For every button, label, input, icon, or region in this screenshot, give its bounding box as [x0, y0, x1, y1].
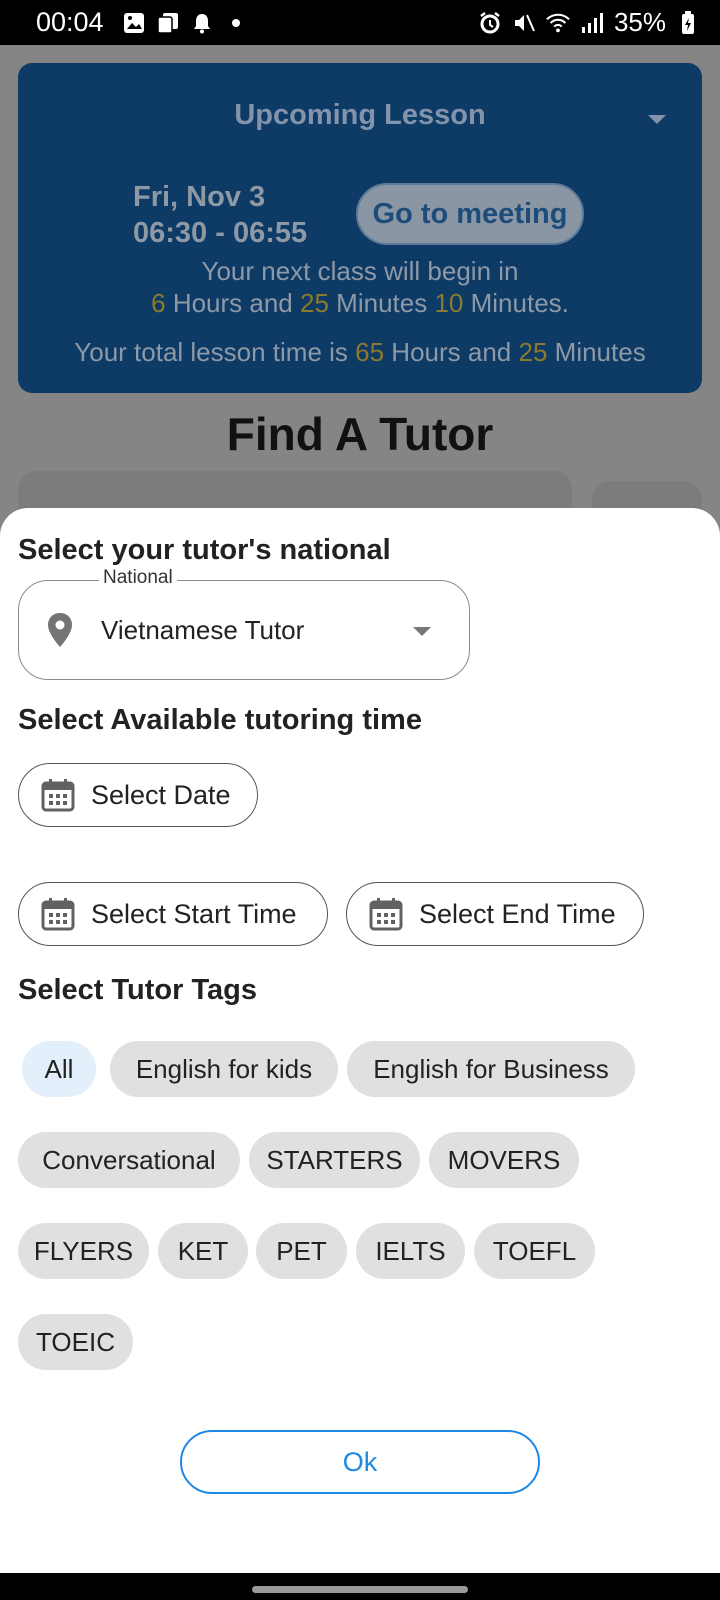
hours-value: 6	[151, 288, 166, 318]
tag-chip-english-for-kids[interactable]: English for kids	[110, 1041, 338, 1097]
lesson-title: Upcoming Lesson	[234, 99, 486, 131]
wifi-icon	[546, 11, 570, 35]
tag-chip-conversational[interactable]: Conversational	[18, 1132, 240, 1188]
total-prefix: Your total lesson time is	[74, 337, 348, 367]
seconds-value: 10	[434, 288, 464, 318]
hours-label: Hours and	[172, 288, 293, 318]
battery-percent: 35%	[613, 7, 666, 37]
tag-chip-ielts[interactable]: IELTS	[356, 1223, 465, 1279]
tag-chip-toeic[interactable]: TOEIC	[18, 1314, 133, 1370]
chevron-down-icon	[413, 627, 431, 636]
status-right: 35%	[478, 7, 700, 38]
signal-icon	[580, 11, 604, 35]
minutes-value: 25	[300, 288, 329, 318]
battery-icon	[676, 10, 700, 35]
tag-chip-english-for-business[interactable]: English for Business	[347, 1041, 635, 1097]
page-title: Find A Tutor	[226, 408, 494, 460]
calendar-icon	[41, 897, 75, 931]
total-hours-label: Hours and	[391, 337, 512, 367]
filter-bottom-sheet: Select your tutor's national National Vi…	[0, 508, 720, 1573]
tag-chip-all[interactable]: All	[22, 1041, 96, 1097]
upcoming-lesson-card: Upcoming Lesson Fri, Nov 3 06:30 - 06:55…	[18, 63, 702, 393]
navigation-bar	[0, 1573, 720, 1600]
tag-chip-flyers[interactable]: FLYERS	[18, 1223, 149, 1279]
tag-chip-ket[interactable]: KET	[158, 1223, 248, 1279]
status-bar: 00:04 35%	[0, 0, 720, 45]
national-dropdown[interactable]: National Vietnamese Tutor	[18, 567, 470, 680]
next-class-countdown: Your next class will begin in 6 Hours an…	[18, 255, 702, 319]
chevron-down-icon[interactable]	[648, 115, 666, 124]
time-section-title: Select Available tutoring time	[18, 704, 422, 736]
bell-icon	[190, 11, 214, 35]
countdown-line: 6 Hours and 25 Minutes 10 Minutes.	[18, 287, 702, 319]
national-section-title: Select your tutor's national	[18, 534, 391, 566]
total-lesson-time: Your total lesson time is 65 Hours and 2…	[18, 337, 702, 368]
select-date-label: Select Date	[91, 779, 231, 810]
national-field-label: National	[99, 567, 177, 589]
total-minutes-label: Minutes	[554, 337, 646, 367]
lesson-time: 06:30 - 06:55	[133, 217, 308, 249]
select-end-time-button[interactable]: Select End Time	[346, 882, 644, 946]
next-class-prefix: Your next class will begin in	[201, 256, 519, 286]
status-left: 00:04	[36, 7, 248, 38]
national-value: Vietnamese Tutor	[101, 614, 305, 645]
location-pin-icon	[45, 612, 75, 648]
dot-icon	[224, 11, 248, 35]
search-input[interactable]	[18, 471, 572, 511]
tag-chip-starters[interactable]: STARTERS	[249, 1132, 420, 1188]
tag-chip-toefl[interactable]: TOEFL	[474, 1223, 595, 1279]
tag-chip-movers[interactable]: MOVERS	[429, 1132, 579, 1188]
lesson-date: Fri, Nov 3	[133, 181, 266, 213]
screen: 00:04 35% Upcoming Lesson Fri, Nov 3 06:…	[0, 0, 720, 1600]
total-minutes: 25	[518, 337, 548, 367]
lesson-datetime: Fri, Nov 3 06:30 - 06:55	[133, 179, 307, 251]
select-start-time-label: Select Start Time	[91, 898, 297, 929]
calendar-icon	[41, 778, 75, 812]
total-hours: 65	[355, 337, 385, 367]
ok-button[interactable]: Ok	[180, 1430, 540, 1494]
mute-icon	[512, 11, 536, 35]
alarm-icon	[478, 11, 502, 35]
status-time: 00:04	[36, 7, 104, 37]
select-start-time-button[interactable]: Select Start Time	[18, 882, 328, 946]
tags-section-title: Select Tutor Tags	[18, 974, 258, 1006]
tag-chip-pet[interactable]: PET	[256, 1223, 347, 1279]
select-end-time-label: Select End Time	[419, 898, 616, 929]
calendar-icon	[369, 897, 403, 931]
select-date-button[interactable]: Select Date	[18, 763, 258, 827]
image-icon	[122, 11, 146, 35]
minutes-label: Minutes	[336, 288, 428, 318]
go-to-meeting-button[interactable]: Go to meeting	[356, 183, 584, 245]
copy-icon	[156, 11, 180, 35]
seconds-label: Minutes.	[470, 288, 569, 318]
home-indicator[interactable]	[252, 1586, 468, 1593]
